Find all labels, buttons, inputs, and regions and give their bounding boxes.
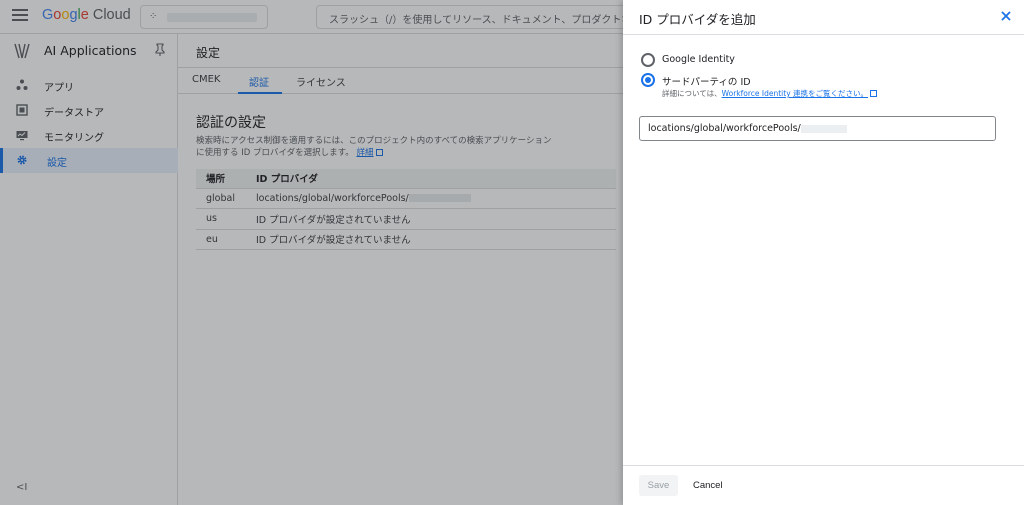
pool-id-redacted [800,124,847,133]
modal-scrim[interactable] [0,0,623,505]
radio-google-identity[interactable] [641,53,655,67]
divider [623,465,1024,466]
help-text: 詳細については、Workforce Identity 連携をご覧ください。 [662,88,878,99]
divider [623,34,1024,35]
panel-title: ID プロバイダを追加 [639,12,756,27]
radio-label-google-identity[interactable]: Google Identity [662,54,735,65]
close-icon[interactable] [999,9,1013,23]
external-link-icon [870,90,878,97]
add-idp-panel: ID プロバイダを追加 Google Identity サードパーティの ID … [623,0,1024,505]
save-button[interactable]: Save [639,475,678,496]
cancel-button[interactable]: Cancel [691,475,725,496]
workforce-identity-link[interactable]: Workforce Identity 連携をご覧ください。 [722,89,868,98]
radio-third-party-identity[interactable] [641,73,655,87]
radio-label-third-party[interactable]: サードパーティの ID [662,74,751,88]
workforce-pool-input[interactable]: locations/global/workforcePools/ [639,116,996,141]
